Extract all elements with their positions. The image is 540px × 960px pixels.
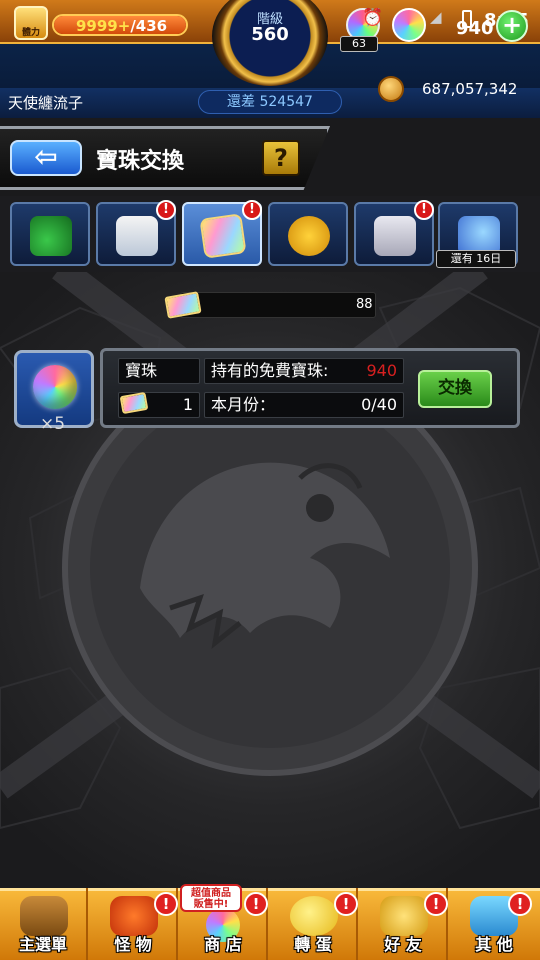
nav-monsters-badge: ! bbox=[154, 892, 178, 916]
sale-tag-line2: 販售中! bbox=[193, 899, 229, 910]
gift-card-icon bbox=[116, 216, 158, 256]
sale-tag-line1: 超值商品 bbox=[191, 888, 231, 899]
friends-icon bbox=[380, 896, 428, 936]
owned-orbs-value: 940 bbox=[366, 361, 397, 380]
orb-icon bbox=[392, 8, 426, 42]
stamina-current: 9999+ bbox=[76, 17, 131, 35]
monthly-limit-cell: 本月份： 0/40 bbox=[204, 392, 404, 418]
owned-orbs-label: 持有的免費寶珠: bbox=[211, 361, 329, 380]
nav-gacha-label: 轉 蛋 bbox=[294, 935, 332, 954]
owned-orbs-cell: 持有的免費寶珠: 940 bbox=[204, 358, 404, 384]
nav-monsters-label: 怪 物 bbox=[114, 935, 152, 954]
tab-gift-items-badge: ! bbox=[156, 200, 176, 220]
gate-icon bbox=[20, 896, 68, 936]
nav-shop-badge: ! bbox=[244, 892, 268, 916]
nav-friends-label: 好 友 bbox=[384, 935, 422, 954]
castle-icon bbox=[374, 216, 416, 256]
signal-icon: ◢ bbox=[430, 8, 442, 26]
tab-monster-gift[interactable] bbox=[268, 202, 348, 266]
monthly-limit-value: 0/40 bbox=[361, 395, 397, 414]
rank-value: 560 bbox=[251, 24, 289, 45]
exp-remaining: 還差 524547 bbox=[198, 90, 342, 114]
alarm-icon: ⏰ bbox=[362, 8, 384, 28]
orb-label-cell: 寶珠 bbox=[118, 358, 200, 384]
buy-orbs-button[interactable]: + bbox=[496, 10, 528, 42]
nav-shop-label: 商 店 bbox=[204, 935, 242, 954]
egg-icon bbox=[290, 896, 338, 936]
player-name: 天使纏流子 bbox=[8, 94, 84, 112]
ticket-icon bbox=[119, 391, 149, 415]
nav-other-badge: ! bbox=[508, 892, 532, 916]
tab-orb-ticket-badge: ! bbox=[242, 200, 262, 220]
page-title: 寶珠交換 bbox=[96, 149, 185, 174]
orb-count: 940 bbox=[456, 18, 494, 39]
help-button[interactable]: ? bbox=[262, 140, 300, 176]
tab-lucky-clover[interactable] bbox=[10, 202, 90, 266]
nav-main-menu-label: 主選單 bbox=[18, 935, 67, 954]
stamina-text: 9999+/436 bbox=[76, 17, 167, 35]
rainbow-ticket-icon bbox=[199, 213, 247, 259]
orb-multiplier: ×5 bbox=[40, 414, 66, 434]
coin-count: 687,057,342 bbox=[422, 80, 518, 98]
sale-tag: 超值商品 販售中! bbox=[180, 884, 242, 912]
back-button[interactable]: ⇦ bbox=[10, 140, 82, 176]
stamina-icon-label: 體力 bbox=[21, 28, 40, 38]
stamina-max: /436 bbox=[130, 17, 168, 35]
tab-shop-building-badge: ! bbox=[414, 200, 434, 220]
nav-main-menu[interactable]: 主選單 bbox=[0, 888, 88, 960]
nav-gacha-badge: ! bbox=[334, 892, 358, 916]
dragon-icon bbox=[110, 896, 158, 936]
monthly-limit-label: 本月份： bbox=[211, 395, 276, 414]
ticket-counter-bar bbox=[180, 292, 376, 318]
ticket-count: 88 bbox=[356, 297, 373, 312]
exchange-button[interactable]: 交換 bbox=[418, 370, 492, 408]
gem-count-badge: 63 bbox=[340, 36, 378, 52]
coin-icon bbox=[378, 76, 404, 102]
orb-icon bbox=[33, 365, 77, 409]
nav-friends-badge: ! bbox=[424, 892, 448, 916]
ticket-cost-cell: 1 bbox=[118, 391, 200, 418]
clover-hat-icon bbox=[30, 216, 72, 256]
nav-other-label: 其 他 bbox=[475, 935, 513, 954]
ticket-cost: 1 bbox=[182, 395, 193, 414]
event-days-left: 還有 16日 bbox=[436, 250, 516, 268]
monster-icon bbox=[288, 216, 330, 256]
stamina-icon: 體力 bbox=[14, 6, 48, 40]
